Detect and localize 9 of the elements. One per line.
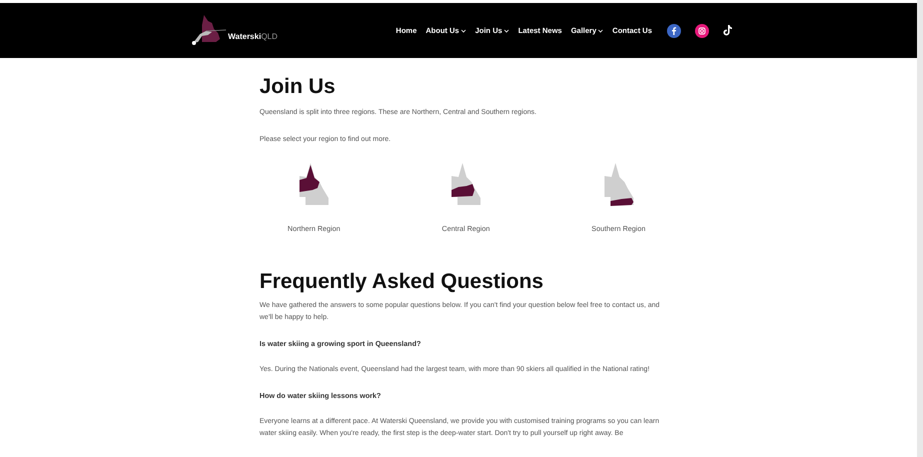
page-heading: Join Us bbox=[260, 74, 336, 100]
facebook-icon[interactable] bbox=[667, 24, 681, 38]
section-heading: Frequently Asked Questions bbox=[260, 268, 544, 294]
logo-suffix: QLD bbox=[261, 30, 278, 42]
tiktok-icon[interactable] bbox=[723, 25, 733, 36]
instagram-icon[interactable] bbox=[695, 24, 709, 38]
skier-logo-icon[interactable] bbox=[190, 14, 228, 46]
scrollbar[interactable] bbox=[917, 0, 923, 457]
logo-text: Waterski bbox=[228, 30, 262, 42]
